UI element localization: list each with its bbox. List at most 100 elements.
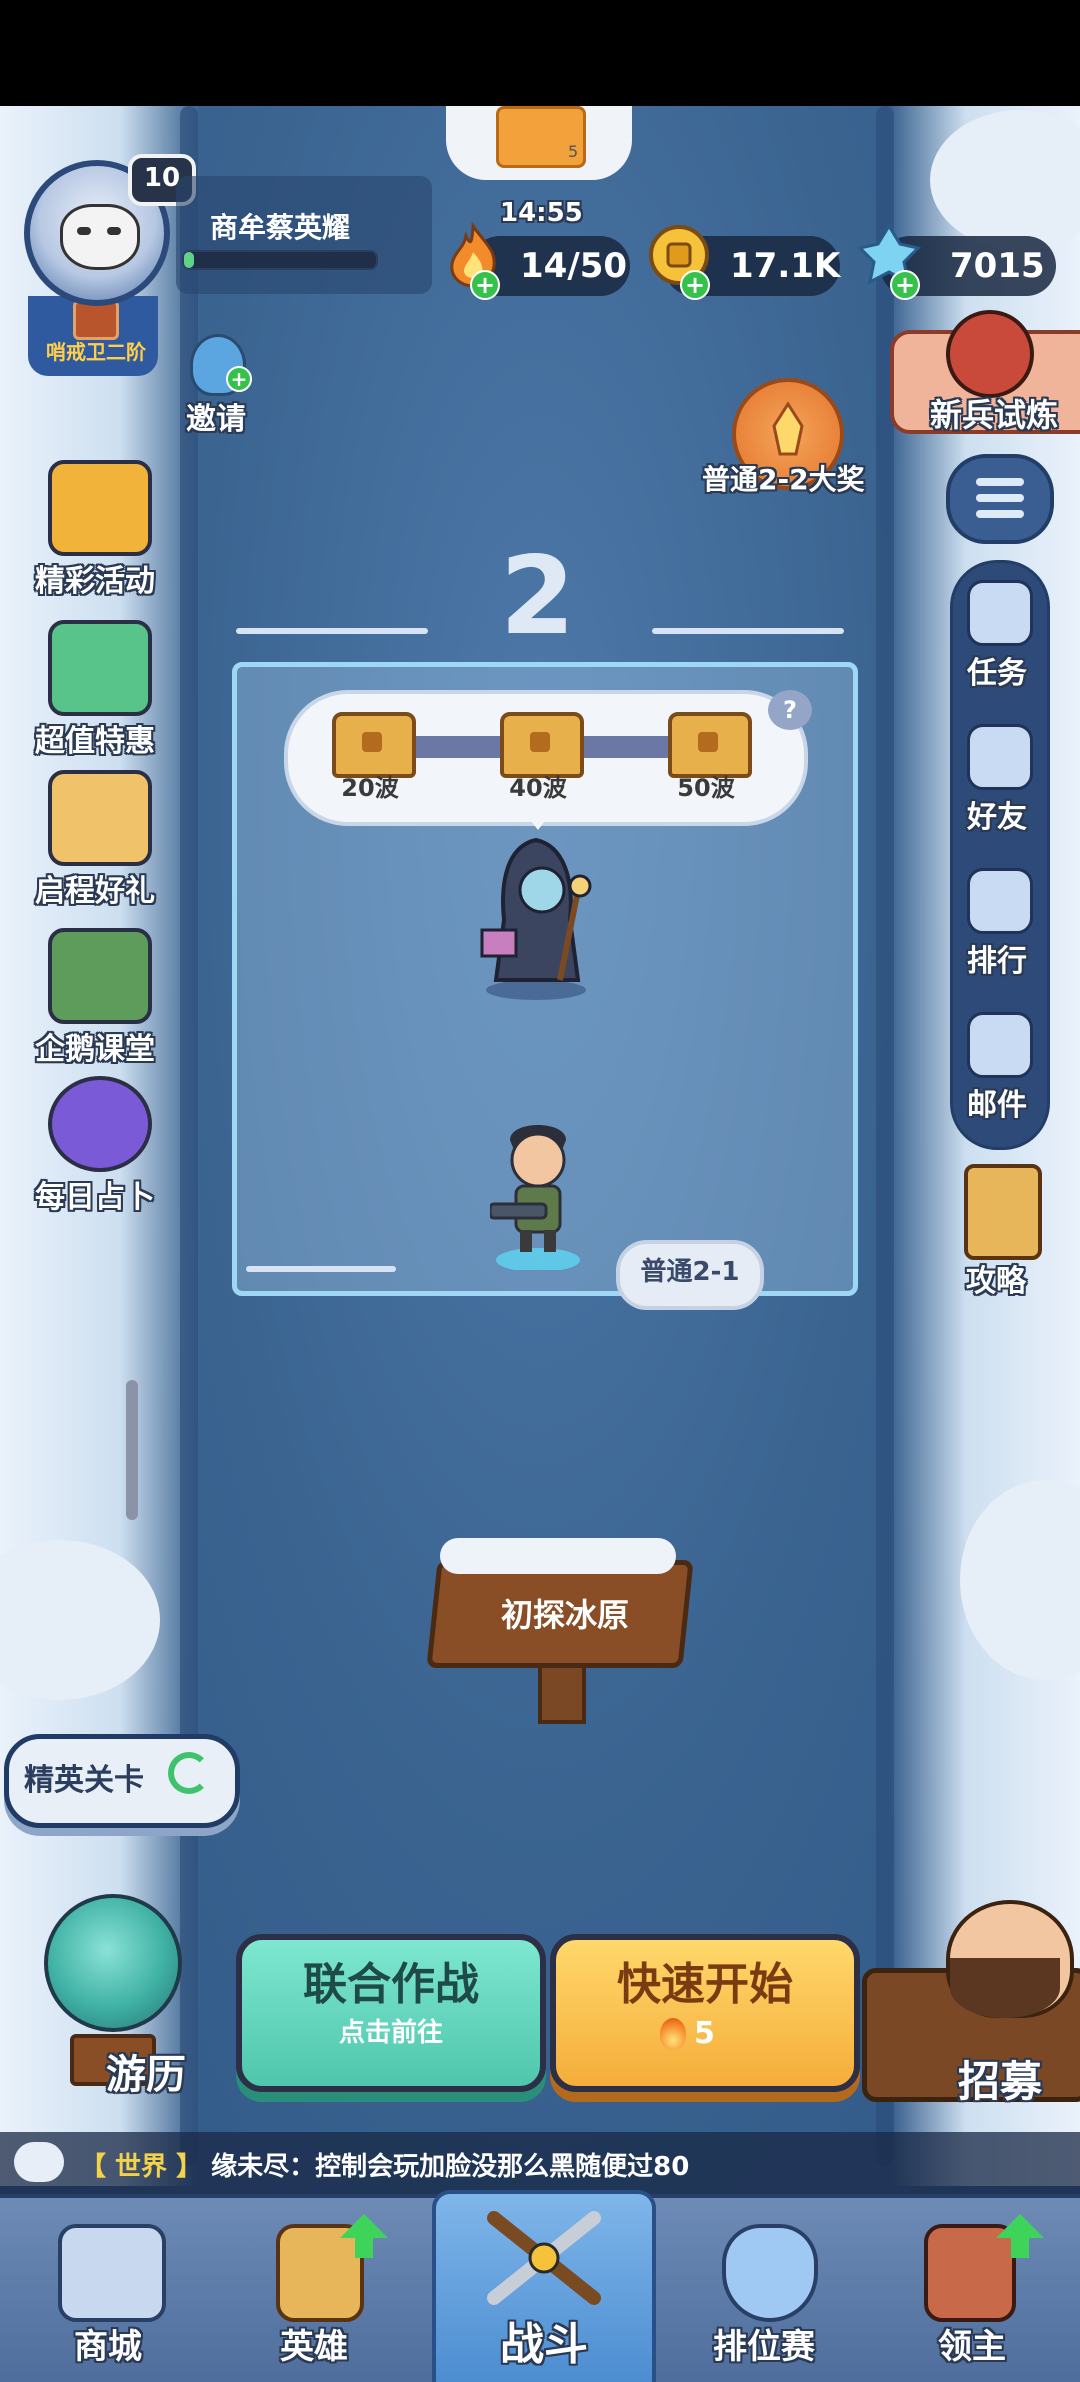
podium-icon [967,868,1033,934]
nav-heroes-label: 英雄 [280,2327,348,2367]
stopwatch-icon [48,620,152,716]
bubble-tail [524,812,552,830]
travel-label[interactable]: 游历 [106,2042,186,2100]
gold-value: 17.1K [730,246,841,286]
bare-tree [126,1380,138,1520]
refresh-icon [168,1752,210,1794]
friends-icon [967,724,1033,790]
help-button[interactable]: ? [768,690,812,730]
stage-divider-left [236,628,428,634]
upgrade-arrow-icon [996,2214,1044,2238]
chest-lock [698,732,718,752]
avatar-face [60,204,140,270]
strategy-label[interactable]: 攻略 [966,1256,1026,1300]
elite-stage-label: 精英关卡 [24,1763,144,1798]
game-screen: 5 哨戒卫二阶 10 商牟蔡英耀 14:55 14/50 + 17.1K + 7… [0,0,1080,2382]
right-menu-3[interactable]: 邮件 [950,1006,1044,1136]
area-name: 初探冰原 [500,1596,629,1634]
chat-content: 缘未尽：控制会玩加脸没那么黑随便过80 [211,2152,690,2182]
top-reward-bubble[interactable]: 5 [446,106,632,180]
stamina-value: 14/50 [520,246,628,286]
wizard-boss-icon [478,830,600,1000]
wave-label: 40波 [509,774,567,802]
upgrade-arrow-stem [355,2238,373,2258]
hero-card-icon [276,2224,364,2322]
griffin-icon [48,770,152,866]
hot-air-balloon-icon[interactable] [44,1894,182,2032]
upgrade-arrow-stem [1011,2238,1029,2258]
avatar-eye [77,227,91,235]
nav-lord-label: 领主 [938,2327,1006,2367]
crystal-ball-icon [48,1076,152,1172]
nav-lord[interactable]: 领主 [864,2194,1080,2382]
right-menu-1[interactable]: 好友 [950,718,1044,848]
xp-bar-fill [184,252,194,268]
stage-divider-bottom [246,1266,396,1272]
clipboard-icon [967,580,1033,646]
recruiter-beard [950,1958,1060,2018]
right-menu-2[interactable]: 排行 [950,862,1044,992]
stage-number: 2 [500,534,576,659]
nav-shop[interactable]: 商城 [0,2194,216,2382]
left-menu-4[interactable]: 每日占卜 [20,1076,170,1226]
left-menu-1[interactable]: 超值特惠 [20,620,170,770]
add-gold-button[interactable]: + [680,270,710,300]
player-name: 商牟蔡英耀 [210,211,351,244]
co-op-subtitle: 点击前往 [338,2018,443,2048]
avatar-eye [107,227,121,235]
demon-warrior-icon [946,310,1034,398]
gem-value: 7015 [950,246,1045,286]
player-hero-icon [488,1110,586,1272]
penguin-teacher-icon [48,928,152,1024]
chat-message[interactable]: 【 世界 】 缘未尽：控制会玩加脸没那么黑随便过80 [80,2146,689,2183]
right-menu-label: 邮件 [967,1088,1027,1123]
quick-start-title: 快速开始 [617,1959,793,2010]
hamburger-line [976,478,1024,486]
crossed-weapons-icon [487,2211,601,2305]
nav-heroes[interactable]: 英雄 [206,2194,422,2382]
nav-ranked[interactable]: 排位赛 [656,2194,872,2382]
left-menu-label: 精彩活动 [35,564,155,599]
menu-button[interactable] [946,454,1054,544]
lord-banner-icon [924,2224,1016,2322]
add-gems-button[interactable]: + [890,270,920,300]
right-menu-label: 任务 [967,656,1027,691]
left-menu-label: 企鹅课堂 [35,1032,155,1067]
chat-bubble-icon[interactable] [14,2142,64,2182]
status-bar [0,0,1080,106]
right-menu-0[interactable]: 任务 [950,574,1044,704]
left-menu-label: 每日占卜 [35,1180,155,1215]
stamina-flame-icon [660,2018,686,2050]
nav-battle[interactable]: 战斗 [432,2190,656,2382]
co-op-title: 联合作战 [303,1959,479,2010]
strategy-book-icon[interactable] [964,1164,1042,1260]
rank-label: 哨戒卫二阶 [46,340,146,364]
xp-bar [182,250,378,270]
stamina-timer: 14:55 [500,198,583,228]
left-menu-label: 启程好礼 [35,874,155,909]
left-menu-0[interactable]: 精彩活动 [20,460,170,610]
chest-lock [362,732,382,752]
invite-label[interactable]: 邀请 [186,394,246,438]
current-stage-label[interactable]: 普通2-1 [616,1240,764,1310]
upgrade-arrow-icon [340,2214,388,2238]
quick-start-cost: 5 [694,2016,715,2051]
wave-label: 50波 [677,774,735,802]
left-menu-3[interactable]: 企鹅课堂 [20,928,170,1078]
nav-battle-label: 战斗 [500,2319,588,2370]
stage-divider-right [652,628,844,634]
newbie-trial-label: 新兵试炼 [930,396,1059,434]
nav-ranked-label: 排位赛 [713,2327,815,2367]
add-stamina-button[interactable]: + [470,270,500,300]
signpost-snow [440,1538,676,1574]
hamburger-line [976,494,1024,502]
chest-lock [530,732,550,752]
treasure-chest-icon [48,460,152,556]
big-reward-label: 普通2-2大奖 [702,463,865,496]
right-menu-label: 好友 [967,800,1027,835]
invite-plus-icon: + [226,366,252,392]
left-menu-label: 超值特惠 [35,724,155,759]
recruit-label[interactable]: 招募 [958,2048,1042,2109]
left-menu-2[interactable]: 启程好礼 [20,770,170,920]
top-reward-count: 5 [568,142,579,161]
